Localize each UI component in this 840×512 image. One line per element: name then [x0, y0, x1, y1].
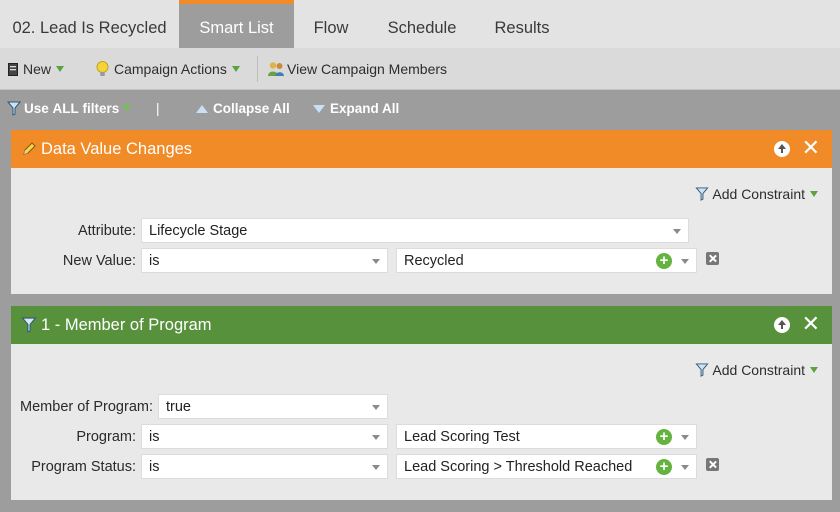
member-of-program-value: true — [166, 399, 191, 415]
program-value: Lead Scoring Test — [404, 429, 520, 445]
all-label: ALL — [52, 101, 79, 116]
operator-value: is — [149, 253, 160, 269]
add-constraint-label: Add Constraint — [712, 186, 805, 202]
add-value-icon[interactable]: + — [656, 459, 672, 475]
filters-label: filters — [78, 101, 120, 116]
collapse-all-button[interactable]: Collapse All — [196, 90, 290, 128]
filterbar-divider: | — [156, 101, 160, 116]
member-of-program-label: Member of Program: — [20, 399, 153, 415]
operator-select[interactable]: is — [141, 248, 388, 273]
program-status-select[interactable]: Lead Scoring > Threshold Reached + — [396, 454, 697, 479]
new-value-select[interactable]: Recycled + — [396, 248, 697, 273]
tab-campaign-name[interactable]: 02. Lead Is Recycled — [0, 0, 179, 48]
filter-icon — [6, 101, 22, 116]
tab-flow[interactable]: Flow — [294, 0, 368, 48]
new-document-icon — [8, 63, 18, 76]
new-value-value: Recycled — [404, 253, 464, 269]
delete-icon[interactable] — [706, 458, 719, 471]
campaign-actions-button[interactable]: Campaign Actions — [96, 48, 240, 90]
chevron-down-icon — [681, 435, 689, 440]
expand-all-label: Expand All — [330, 101, 400, 116]
program-label: Program: — [76, 429, 136, 445]
expand-all-button[interactable]: Expand All — [313, 90, 399, 128]
close-icon[interactable]: ✕ — [802, 313, 820, 335]
operator-select[interactable]: is — [141, 454, 388, 479]
filter-icon — [695, 363, 709, 377]
chevron-down-icon — [372, 465, 380, 470]
program-select[interactable]: Lead Scoring Test + — [396, 424, 697, 449]
filter-logic-bar: Use ALL filters | Collapse All Expand Al… — [0, 90, 840, 128]
toolbar-divider — [257, 56, 258, 82]
chevron-down-icon — [372, 259, 380, 264]
campaign-actions-label: Campaign Actions — [114, 61, 227, 77]
pencil-icon — [23, 142, 36, 155]
chevron-down-icon — [681, 259, 689, 264]
tab-schedule[interactable]: Schedule — [368, 0, 476, 48]
chevron-down-icon — [231, 66, 240, 72]
operator-select[interactable]: is — [141, 424, 388, 449]
tab-results[interactable]: Results — [476, 0, 568, 48]
delete-icon[interactable] — [706, 252, 719, 265]
operator-value: is — [149, 429, 160, 445]
chevron-down-icon — [372, 435, 380, 440]
filter-title: Data Value Changes — [41, 140, 193, 158]
view-campaign-members-label: View Campaign Members — [287, 61, 448, 77]
use-all-filters-dropdown[interactable]: Use ALL filters — [6, 90, 132, 128]
attribute-select[interactable]: Lifecycle Stage — [141, 218, 689, 243]
filter-card-data-value-changes: Data Value Changes ✕ Add Constraint Attr… — [11, 130, 832, 294]
add-constraint-button[interactable]: Add Constraint — [695, 184, 818, 204]
tab-bar: 02. Lead Is Recycled Smart List Flow Sch… — [0, 0, 840, 48]
attribute-label: Attribute: — [77, 223, 136, 239]
member-of-program-select[interactable]: true — [158, 394, 388, 419]
chevron-down-icon — [681, 465, 689, 470]
new-label: New — [23, 61, 52, 77]
chevron-down-icon — [810, 367, 818, 373]
collapse-icon — [196, 105, 208, 113]
filter-header[interactable]: Data Value Changes ✕ — [11, 130, 832, 168]
expand-icon — [313, 105, 325, 113]
attribute-value: Lifecycle Stage — [149, 223, 248, 239]
chevron-down-icon — [673, 229, 681, 234]
move-up-icon[interactable] — [774, 317, 790, 333]
new-button[interactable]: New — [8, 48, 65, 90]
program-status-value: Lead Scoring > Threshold Reached — [404, 459, 633, 475]
program-status-label: Program Status: — [31, 459, 136, 475]
lightbulb-icon — [96, 61, 109, 76]
tab-smart-list[interactable]: Smart List — [179, 0, 294, 48]
close-icon[interactable]: ✕ — [802, 137, 820, 159]
people-icon — [268, 62, 284, 76]
collapse-all-label: Collapse All — [213, 101, 290, 116]
filter-icon — [695, 187, 709, 201]
add-constraint-button[interactable]: Add Constraint — [695, 360, 818, 380]
filter-icon — [21, 317, 37, 333]
add-constraint-label: Add Constraint — [712, 362, 805, 378]
header-buttons: ✕ — [772, 137, 820, 159]
chevron-down-icon — [56, 66, 65, 72]
use-label: Use — [24, 101, 53, 116]
add-value-icon[interactable]: + — [656, 253, 672, 269]
filter-title: 1 - Member of Program — [41, 316, 212, 334]
filter-header[interactable]: 1 - Member of Program ✕ — [11, 306, 832, 344]
toolbar: New Campaign Actions View Campaign Membe… — [0, 48, 840, 90]
chevron-down-icon — [123, 105, 132, 111]
view-campaign-members-button[interactable]: View Campaign Members — [267, 48, 447, 90]
filter-card-member-of-program: 1 - Member of Program ✕ Add Constraint M… — [11, 306, 832, 500]
chevron-down-icon — [810, 191, 818, 197]
new-value-label: New Value: — [62, 253, 136, 269]
move-up-icon[interactable] — [774, 141, 790, 157]
chevron-down-icon — [372, 405, 380, 410]
header-buttons: ✕ — [772, 313, 820, 335]
operator-value: is — [149, 459, 160, 475]
add-value-icon[interactable]: + — [656, 429, 672, 445]
